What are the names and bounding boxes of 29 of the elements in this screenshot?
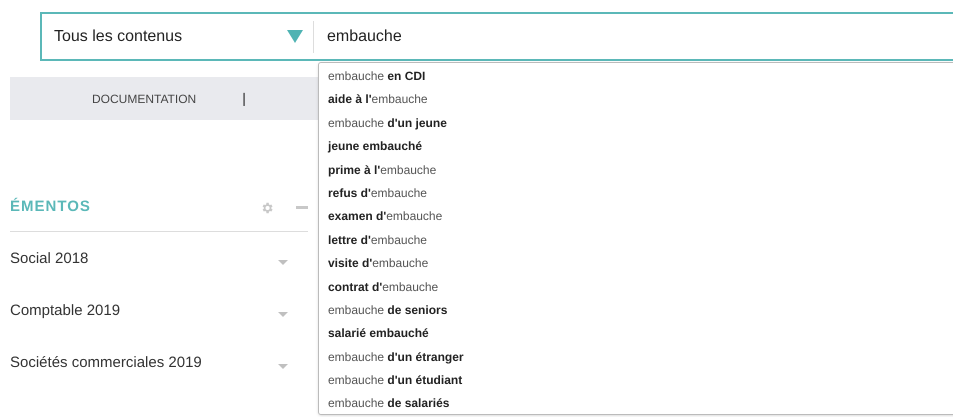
suggestion-item[interactable]: examen d'embauche (319, 205, 953, 229)
suggestion-item[interactable]: jeune embauché (319, 135, 953, 159)
sidebar-item[interactable]: Sociétés commerciales 2019 (10, 336, 308, 388)
nav-link[interactable]: DOCUMENTATION (92, 90, 196, 108)
suggestion-item[interactable]: aide à l'embauche (319, 88, 953, 112)
section-title: ÉMENTOS (10, 196, 91, 218)
settings-icon[interactable] (260, 200, 274, 214)
caret-icon (278, 260, 288, 264)
suggestion-item[interactable]: embauche d'un étranger (319, 346, 953, 370)
suggestion-item[interactable]: salarié embauché (319, 322, 953, 346)
suggestion-item[interactable]: visite d'embauche (319, 252, 953, 276)
suggestion-item[interactable]: embauche d'un étudiant (319, 369, 953, 392)
suggestion-item[interactable]: prime à l'embauche (319, 158, 953, 182)
caret-icon (287, 30, 303, 43)
search-bar[interactable]: Tous les contenus embauche (40, 12, 953, 61)
caret-icon (278, 364, 288, 368)
sidebar-item[interactable]: Comptable 2019 (10, 284, 308, 336)
sidebar-item[interactable]: Social 2018 (10, 232, 308, 284)
scope-dropdown[interactable]: Tous les contenus (42, 14, 313, 59)
suggestion-item[interactable]: embauche d'un jeune (319, 112, 953, 136)
suggestion-item[interactable]: embauche de seniors (319, 298, 953, 322)
caret-icon (278, 312, 288, 316)
suggestion-item[interactable]: contrat d'embauche (319, 276, 953, 299)
suggestion-item[interactable]: refus d'embauche (319, 182, 953, 206)
suggestion-item[interactable]: lettre d'embauche (319, 228, 953, 252)
suggestion-item[interactable]: embauche de salariés (319, 392, 953, 416)
suggestion-item[interactable]: embauche en CDI (319, 65, 953, 88)
collapse-icon[interactable] (296, 206, 308, 209)
nav-separator: | (242, 89, 246, 108)
